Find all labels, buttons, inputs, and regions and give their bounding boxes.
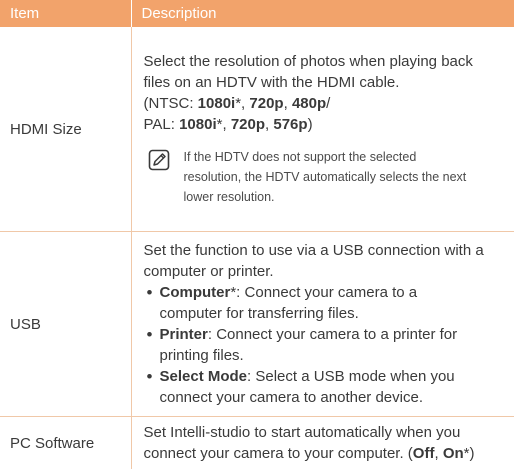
item-pc-software: PC Software	[0, 417, 131, 469]
note-line2: resolution, the HDTV automatically selec…	[184, 167, 467, 187]
hdmi-ntsc-line: (NTSC: 1080i*, 720p, 480p/	[144, 93, 505, 114]
usb-option-printer: Printer: Connect your camera to a printe…	[144, 324, 505, 366]
usb-option-select-mode: Select Mode: Select a USB mode when youc…	[144, 366, 505, 408]
usb-options-list: Computer*: Connect your camera to acompu…	[144, 282, 505, 408]
item-usb: USB	[0, 232, 131, 417]
desc-pc-software: Set Intelli-studio to start automaticall…	[131, 417, 514, 469]
pc-desc-line2: connect your camera to your computer. (O…	[144, 443, 505, 464]
usb-desc-line1: Set the function to use via a USB connec…	[144, 240, 505, 261]
header-item: Item	[0, 0, 131, 27]
hdmi-note: If the HDTV does not support the selecte…	[148, 147, 505, 207]
note-pencil-icon	[148, 149, 170, 171]
desc-hdmi-size: Select the resolution of photos when pla…	[131, 27, 514, 232]
table-row-pc-software: PC Software Set Intelli-studio to start …	[0, 417, 514, 469]
table-row-hdmi: HDMI Size Select the resolution of photo…	[0, 27, 514, 232]
table-header-row: Item Description	[0, 0, 514, 27]
note-line1: If the HDTV does not support the selecte…	[184, 147, 467, 167]
pc-desc-line1: Set Intelli-studio to start automaticall…	[144, 422, 505, 443]
item-hdmi-size: HDMI Size	[0, 27, 131, 232]
header-description: Description	[131, 0, 514, 27]
hdmi-pal-line: PAL: 1080i*, 720p, 576p)	[144, 114, 505, 135]
hdmi-desc-line1: Select the resolution of photos when pla…	[144, 51, 505, 72]
usb-option-computer: Computer*: Connect your camera to acompu…	[144, 282, 505, 324]
hdmi-desc-line2: files on an HDTV with the HDMI cable.	[144, 72, 505, 93]
table-row-usb: USB Set the function to use via a USB co…	[0, 232, 514, 417]
usb-desc-line2: computer or printer.	[144, 261, 505, 282]
note-line3: lower resolution.	[184, 187, 467, 207]
desc-usb: Set the function to use via a USB connec…	[131, 232, 514, 417]
settings-table: Item Description HDMI Size Select the re…	[0, 0, 514, 469]
